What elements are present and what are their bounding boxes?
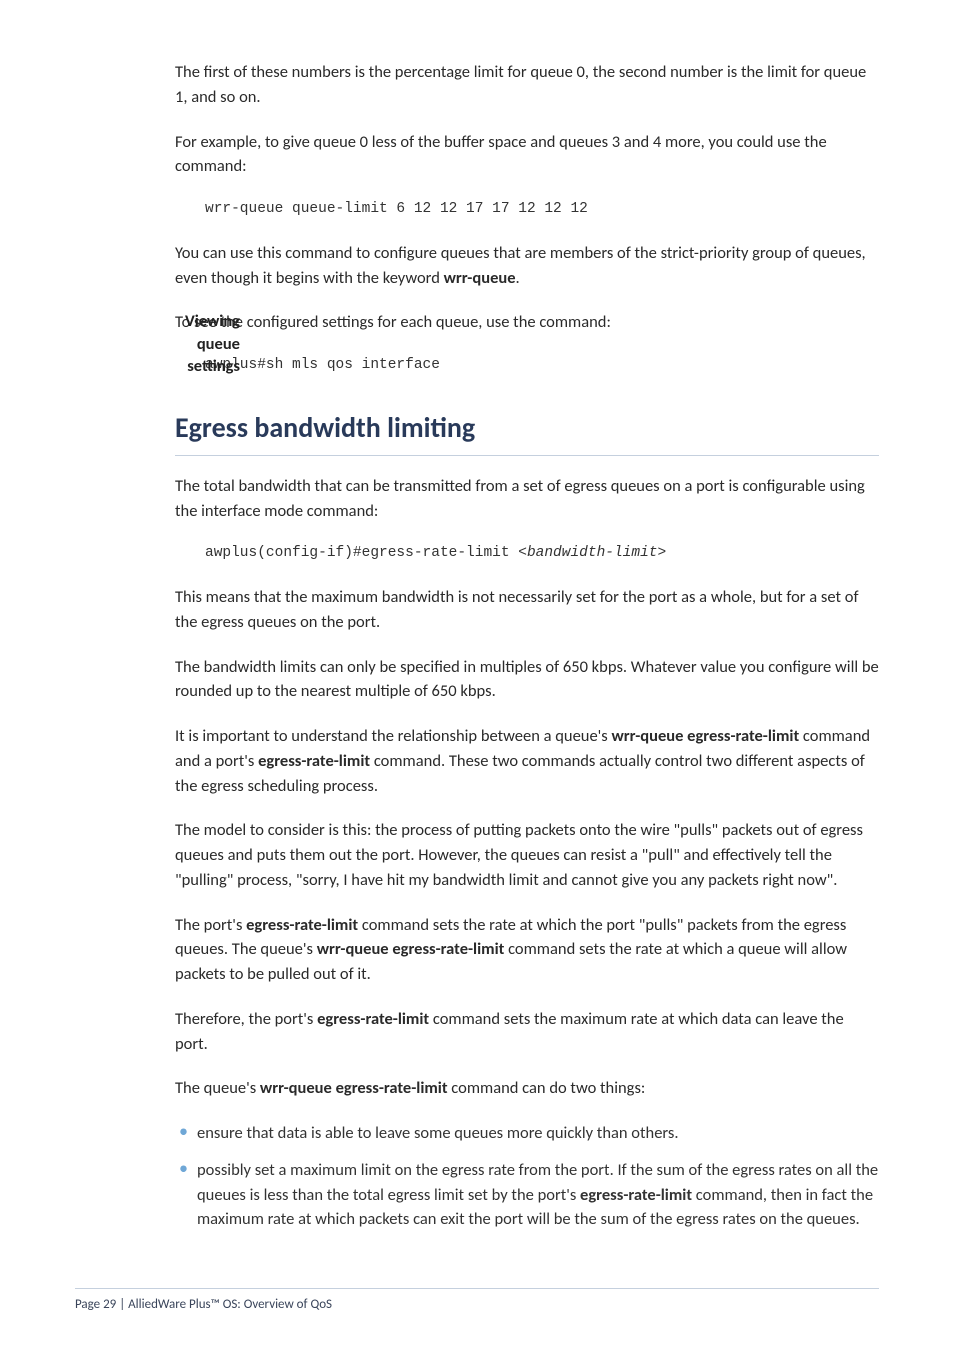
intro-p3: You can use this command to configure qu… xyxy=(175,241,879,291)
egress-p4a: It is important to understand the relati… xyxy=(175,726,612,746)
viewing-label-1: Viewing xyxy=(185,311,240,331)
viewing-label-3: settings xyxy=(187,356,240,376)
intro-p3-keyword: wrr-queue xyxy=(444,268,516,288)
egress-code1c: > xyxy=(657,545,666,561)
intro-p3-end: . xyxy=(516,268,520,288)
intro-p1: The first of these numbers is the percen… xyxy=(175,60,879,110)
intro-p2: For example, to give queue 0 less of the… xyxy=(175,130,879,180)
egress-p4d: egress-rate-limit xyxy=(258,751,370,771)
intro-code1: wrr-queue queue-limit 6 12 12 17 17 12 1… xyxy=(205,199,879,221)
egress-p3: The bandwidth limits can only be specifi… xyxy=(175,655,879,705)
egress-p1: The total bandwidth that can be transmit… xyxy=(175,474,879,524)
egress-p6: The port's egress-rate-limit command set… xyxy=(175,913,879,987)
egress-p7b: egress-rate-limit xyxy=(317,1009,429,1029)
egress-p8: The queue's wrr-queue egress-rate-limit … xyxy=(175,1076,879,1101)
viewing-p1: To see the configured settings for each … xyxy=(175,310,879,335)
egress-p5: The model to consider is this: the proce… xyxy=(175,818,879,892)
bullet-2b: egress-rate-limit xyxy=(580,1185,692,1205)
egress-code1: awplus(config-if)#egress-rate-limit <ban… xyxy=(205,543,879,565)
egress-code1b: bandwidth-limit xyxy=(527,545,658,561)
egress-p8b: wrr-queue egress-rate-limit xyxy=(260,1078,448,1098)
egress-p6a: The port's xyxy=(175,915,246,935)
egress-p4b: wrr-queue egress-rate-limit xyxy=(612,726,800,746)
egress-p7a: Therefore, the port's xyxy=(175,1009,317,1029)
egress-p4: It is important to understand the relati… xyxy=(175,724,879,798)
egress-p6b: egress-rate-limit xyxy=(246,915,358,935)
bullet-2: possibly set a maximum limit on the egre… xyxy=(175,1158,879,1232)
viewing-label-2: queue xyxy=(197,334,240,354)
egress-p7: Therefore, the port's egress-rate-limit … xyxy=(175,1007,879,1057)
heading-egress: Egress bandwidth limiting xyxy=(175,407,879,456)
viewing-side-label: Viewing queue settings xyxy=(150,310,240,377)
egress-p2: This means that the maximum bandwidth is… xyxy=(175,585,879,635)
viewing-code1: awplus#sh mls qos interface xyxy=(205,355,879,377)
egress-p8a: The queue's xyxy=(175,1078,260,1098)
egress-p6d: wrr-queue egress-rate-limit xyxy=(317,939,505,959)
bullet-1: ensure that data is able to leave some q… xyxy=(175,1121,879,1146)
egress-p8c: command can do two things: xyxy=(448,1078,646,1098)
intro-p3-text: You can use this command to configure qu… xyxy=(175,243,866,288)
page-footer: Page 29 | AlliedWare Plus™ OS: Overview … xyxy=(75,1288,879,1315)
egress-code1a: awplus(config-if)#egress-rate-limit < xyxy=(205,545,527,561)
egress-bullet-list: ensure that data is able to leave some q… xyxy=(175,1121,879,1232)
